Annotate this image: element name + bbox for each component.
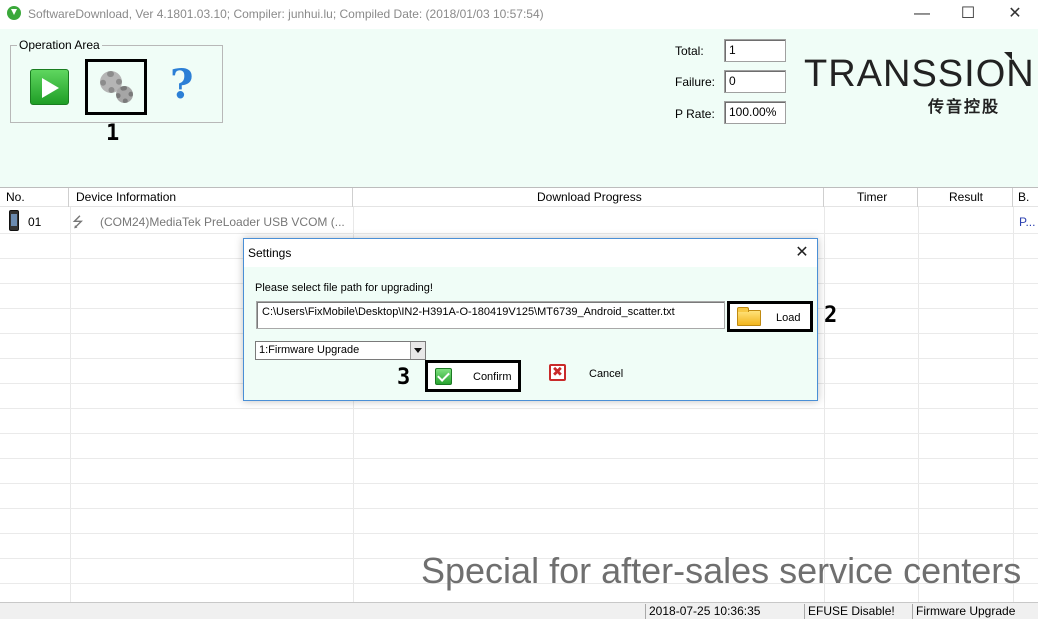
- header-divider: [1012, 188, 1013, 207]
- dialog-close-button[interactable]: ✕: [791, 242, 813, 264]
- file-path-field[interactable]: C:\Users\FixMobile\Desktop\IN2-H391A-O-1…: [256, 301, 725, 329]
- status-efuse: EFUSE Disable!: [804, 604, 912, 619]
- top-panel: Operation Area ? 1 Total: 1 Failure: 0 P…: [0, 29, 1038, 187]
- minimize-button[interactable]: —: [899, 0, 945, 29]
- total-label: Total:: [675, 44, 704, 58]
- watermark-text: Special for after-sales service centers: [421, 550, 1022, 591]
- column-download-progress[interactable]: Download Progress: [537, 190, 642, 204]
- header-divider: [823, 188, 824, 207]
- small-gear-icon: [116, 86, 133, 103]
- download-arrow-icon: [7, 6, 21, 20]
- logo-subtitle: 传音控股: [928, 99, 1001, 116]
- total-field: 1: [724, 39, 786, 62]
- row-number: 01: [28, 215, 42, 229]
- transsion-logo: TRANSSION: [804, 53, 1035, 95]
- column-no[interactable]: No.: [6, 190, 25, 204]
- device-grid-header: No. Device Information Download Progress…: [0, 187, 1038, 207]
- failure-label: Failure:: [675, 75, 716, 89]
- confirm-button[interactable]: Confirm: [425, 360, 521, 392]
- annotation-3: 3: [397, 365, 411, 390]
- settings-button[interactable]: [85, 59, 147, 115]
- settings-dialog: Settings ✕ Please select file path for u…: [243, 238, 837, 401]
- column-result[interactable]: Result: [949, 190, 983, 204]
- window-title: SoftwareDownload, Ver 4.1801.03.10; Comp…: [28, 7, 544, 21]
- load-button[interactable]: Load: [727, 301, 813, 332]
- dialog-title: Settings: [248, 246, 292, 260]
- dialog-title-bar: Settings ✕: [244, 239, 817, 267]
- help-button[interactable]: ?: [170, 63, 200, 107]
- column-b[interactable]: B.: [1018, 190, 1029, 204]
- usb-icon: ⭍: [72, 214, 84, 230]
- annotation-2: 2: [824, 303, 838, 328]
- phone-icon: [9, 210, 19, 231]
- header-divider: [917, 188, 918, 207]
- column-divider: [918, 207, 919, 602]
- column-divider: [70, 207, 71, 602]
- chevron-down-icon[interactable]: [410, 342, 425, 359]
- close-window-button[interactable]: ✕: [992, 0, 1038, 29]
- column-divider: [1013, 207, 1014, 602]
- folder-icon: [737, 307, 761, 326]
- status-mode: Firmware Upgrade: [912, 604, 1038, 619]
- logo-corner-mark: [1004, 52, 1012, 60]
- file-path-prompt: Please select file path for upgrading!: [255, 282, 433, 294]
- row-divider: [0, 533, 1038, 534]
- start-download-button[interactable]: [30, 69, 69, 105]
- upgrade-mode-value: 1:Firmware Upgrade: [259, 344, 360, 356]
- row-divider: [0, 408, 1038, 409]
- annotation-1: 1: [106, 121, 120, 146]
- check-icon: [435, 368, 452, 385]
- b-cell: P...: [1019, 215, 1036, 229]
- x-icon: ✖: [549, 364, 566, 381]
- row-divider: [0, 458, 1038, 459]
- row-divider: [0, 233, 1038, 234]
- prate-field: 100.00%: [724, 101, 786, 124]
- status-datetime: 2018-07-25 10:36:35: [645, 604, 804, 619]
- cancel-button[interactable]: ✖ Cancel: [549, 364, 639, 386]
- column-divider: [824, 207, 825, 602]
- confirm-button-label: Confirm: [473, 371, 512, 383]
- cancel-button-label: Cancel: [589, 368, 624, 380]
- column-timer[interactable]: Timer: [857, 190, 887, 204]
- column-device-information[interactable]: Device Information: [76, 190, 176, 204]
- upgrade-mode-select[interactable]: 1:Firmware Upgrade: [255, 341, 426, 360]
- play-icon: [42, 78, 59, 98]
- row-divider: [0, 483, 1038, 484]
- load-button-label: Load: [776, 312, 801, 324]
- title-bar: SoftwareDownload, Ver 4.1801.03.10; Comp…: [0, 0, 1038, 29]
- header-divider: [68, 188, 69, 207]
- header-divider: [352, 188, 353, 207]
- maximize-button[interactable]: ☐: [945, 0, 991, 29]
- failure-field: 0: [724, 70, 786, 93]
- device-information-cell: (COM24)MediaTek PreLoader USB VCOM (...: [100, 215, 345, 229]
- prate-label: P Rate:: [675, 107, 715, 121]
- operation-area-legend: Operation Area: [17, 38, 102, 52]
- status-bar: 2018-07-25 10:36:35 EFUSE Disable! Firmw…: [0, 602, 1038, 619]
- row-divider: [0, 508, 1038, 509]
- row-divider: [0, 433, 1038, 434]
